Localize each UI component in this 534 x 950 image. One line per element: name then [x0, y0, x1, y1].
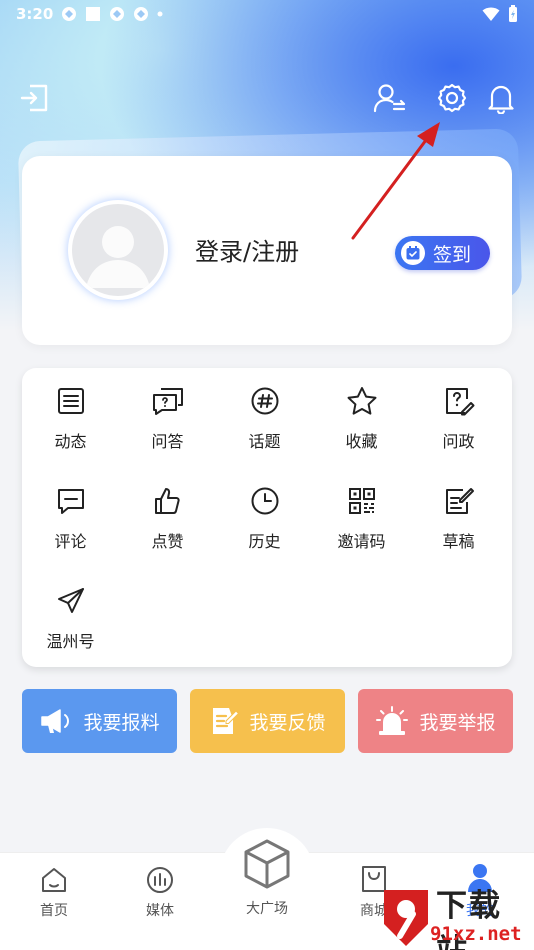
- menu-item-label: 邀请码: [337, 532, 386, 551]
- calendar-check-icon: [401, 241, 425, 265]
- notification-app-icon: [110, 7, 125, 21]
- logout-icon[interactable]: [20, 82, 50, 114]
- nav-home[interactable]: 首页: [14, 866, 94, 920]
- bell-icon[interactable]: [486, 82, 516, 114]
- notification-dot-icon: [157, 11, 163, 17]
- megaphone-icon: [41, 709, 70, 733]
- cube-icon: [244, 839, 290, 889]
- report-news-button[interactable]: 我要报料: [22, 689, 177, 753]
- menu-item-favorites[interactable]: 收藏: [313, 372, 410, 462]
- sign-in-button[interactable]: 签到: [395, 236, 490, 270]
- menu-item-drafts[interactable]: 草稿: [410, 472, 507, 562]
- menu-item-label: 草稿: [442, 532, 475, 551]
- complaint-button[interactable]: 我要举报: [358, 689, 513, 753]
- wifi-icon: [482, 7, 500, 21]
- qr-code-icon: [348, 488, 375, 514]
- star-icon: [347, 387, 376, 415]
- menu-item-label: 评论: [54, 532, 87, 551]
- sign-in-label: 签到: [433, 243, 472, 266]
- user-switch-icon[interactable]: [373, 82, 407, 114]
- menu-item-qa[interactable]: 问答: [119, 372, 216, 462]
- site-watermark: 下载站 91xz.net: [378, 876, 534, 950]
- default-avatar-icon: [86, 226, 150, 288]
- thumbs-up-icon: [154, 488, 180, 514]
- menu-item-label: 动态: [54, 432, 87, 451]
- notification-app-icon: [62, 7, 77, 21]
- menu-item-inquiry[interactable]: 问政: [410, 372, 507, 462]
- menu-item-comments[interactable]: 评论: [22, 472, 119, 562]
- nav-media[interactable]: 媒体: [120, 866, 200, 920]
- login-register-link[interactable]: 登录/注册: [195, 232, 299, 267]
- profile-card[interactable]: 登录/注册 签到: [22, 156, 512, 345]
- feature-menu: 动态 问答 话题 收藏 问政 评论 点赞 历史 邀请码 草稿 温州号: [22, 368, 512, 667]
- top-toolbar: [0, 80, 534, 120]
- avatar[interactable]: [72, 204, 164, 296]
- question-edit-icon: [445, 388, 474, 416]
- qa-icon: [152, 388, 183, 415]
- nav-plaza[interactable]: 大广场: [227, 838, 307, 918]
- menu-item-topic[interactable]: 话题: [216, 372, 313, 462]
- nav-media-label: 媒体: [146, 903, 174, 919]
- hashtag-icon: [251, 387, 278, 415]
- feedback-edit-icon: [213, 708, 240, 734]
- menu-item-label: 话题: [248, 432, 281, 451]
- watermark-logo-icon: [384, 890, 428, 946]
- menu-item-label: 收藏: [345, 432, 378, 451]
- menu-item-label: 温州号: [46, 632, 95, 651]
- menu-item-label: 问答: [151, 432, 184, 451]
- feedback-label: 我要反馈: [249, 711, 326, 734]
- status-time: 3:20: [16, 5, 54, 23]
- notification-app-icon: [134, 7, 149, 21]
- status-bar: 3:20: [0, 0, 534, 28]
- menu-item-wenzhou-account[interactable]: 温州号: [22, 572, 119, 662]
- menu-item-likes[interactable]: 点赞: [119, 472, 216, 562]
- media-chart-icon: [147, 867, 173, 893]
- watermark-url: 91xz.net: [430, 923, 522, 945]
- menu-item-label: 历史: [248, 532, 281, 551]
- menu-item-label: 问政: [442, 432, 475, 451]
- clock-icon: [251, 487, 278, 515]
- menu-item-label: 点赞: [151, 532, 184, 551]
- notification-square-icon: [86, 7, 101, 21]
- report-news-label: 我要报料: [83, 711, 160, 734]
- complaint-label: 我要举报: [419, 711, 496, 734]
- menu-item-activity[interactable]: 动态: [22, 372, 119, 462]
- nav-plaza-label: 大广场: [246, 901, 288, 917]
- menu-item-history[interactable]: 历史: [216, 472, 313, 562]
- document-icon: [57, 388, 84, 414]
- draft-icon: [445, 488, 474, 514]
- menu-item-invite-code[interactable]: 邀请码: [313, 472, 410, 562]
- settings-icon[interactable]: [436, 82, 468, 114]
- battery-icon: [509, 5, 517, 22]
- comment-icon: [57, 489, 84, 514]
- nav-home-label: 首页: [40, 903, 68, 919]
- home-icon: [42, 868, 66, 892]
- send-icon: [57, 588, 84, 613]
- alarm-siren-icon: [376, 706, 409, 735]
- feedback-button[interactable]: 我要反馈: [190, 689, 345, 753]
